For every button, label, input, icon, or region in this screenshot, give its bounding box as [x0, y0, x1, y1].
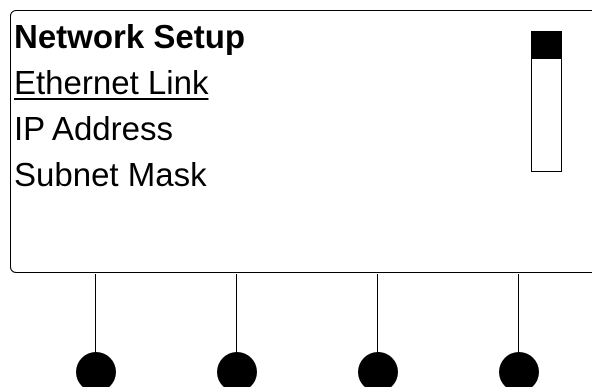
softkey-2[interactable] [217, 274, 257, 387]
scrollbar[interactable] [531, 31, 562, 172]
softkey-button[interactable] [217, 352, 257, 387]
softkey-1[interactable] [76, 274, 116, 387]
softkey-button[interactable] [76, 352, 116, 387]
softkey-button[interactable] [499, 352, 539, 387]
softkey-connector [95, 274, 96, 354]
menu-item-subnet-mask[interactable]: Subnet Mask [14, 152, 494, 198]
softkey-connector [377, 274, 378, 354]
device-panel: Network Setup Ethernet Link IP Address S… [0, 0, 592, 387]
softkey-connector [236, 274, 237, 354]
menu-item-ethernet-link[interactable]: Ethernet Link [14, 60, 494, 106]
softkey-connector [518, 274, 519, 354]
softkey-button[interactable] [358, 352, 398, 387]
softkey-3[interactable] [358, 274, 398, 387]
softkey-4[interactable] [499, 274, 539, 387]
menu: Network Setup Ethernet Link IP Address S… [14, 14, 494, 198]
menu-title: Network Setup [14, 18, 246, 55]
scroll-thumb[interactable] [531, 31, 562, 59]
menu-item-ip-address[interactable]: IP Address [14, 106, 494, 152]
